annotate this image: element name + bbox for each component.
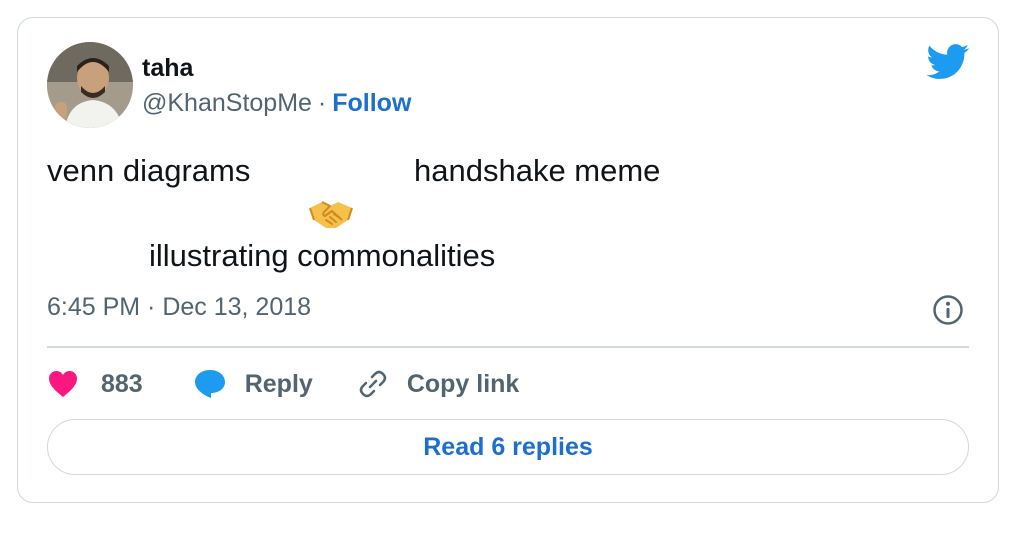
reply-label: Reply bbox=[244, 369, 313, 398]
info-icon[interactable] bbox=[932, 294, 964, 326]
twitter-bird-icon[interactable] bbox=[926, 44, 970, 80]
avatar-image bbox=[47, 42, 133, 128]
read-replies-button[interactable]: Read 6 replies bbox=[47, 419, 969, 475]
tweet-text-line1-left: venn diagrams bbox=[47, 153, 251, 188]
tweet-text-line3: illustrating commonalities bbox=[149, 238, 496, 273]
reply-bubble-icon bbox=[194, 370, 225, 398]
follow-link[interactable]: Follow bbox=[332, 89, 411, 117]
heart-icon bbox=[49, 371, 77, 397]
avatar[interactable] bbox=[47, 42, 133, 128]
copy-link-label: Copy link bbox=[406, 369, 520, 398]
action-bar: 883 Reply Copy link bbox=[47, 364, 519, 404]
tweet-text-line1-right: handshake meme bbox=[414, 153, 661, 188]
divider bbox=[47, 346, 969, 348]
tweet-timestamp[interactable]: 6:45 PM · Dec 13, 2018 bbox=[47, 292, 311, 322]
author-handle[interactable]: @KhanStopMe bbox=[142, 89, 312, 117]
author-handle-line: @KhanStopMe · Follow bbox=[142, 88, 411, 118]
handle-separator: · bbox=[317, 89, 327, 117]
like-count: 883 bbox=[101, 369, 143, 398]
tweet-embed-card: taha @KhanStopMe · Follow venn diagrams ha… bbox=[17, 17, 999, 503]
link-icon bbox=[359, 370, 387, 398]
reply-button[interactable]: Reply bbox=[193, 368, 313, 400]
author-name[interactable]: taha bbox=[142, 54, 193, 82]
like-button[interactable]: 883 bbox=[47, 369, 143, 399]
copy-link-button[interactable]: Copy link bbox=[357, 368, 520, 400]
handshake-icon bbox=[309, 201, 353, 228]
